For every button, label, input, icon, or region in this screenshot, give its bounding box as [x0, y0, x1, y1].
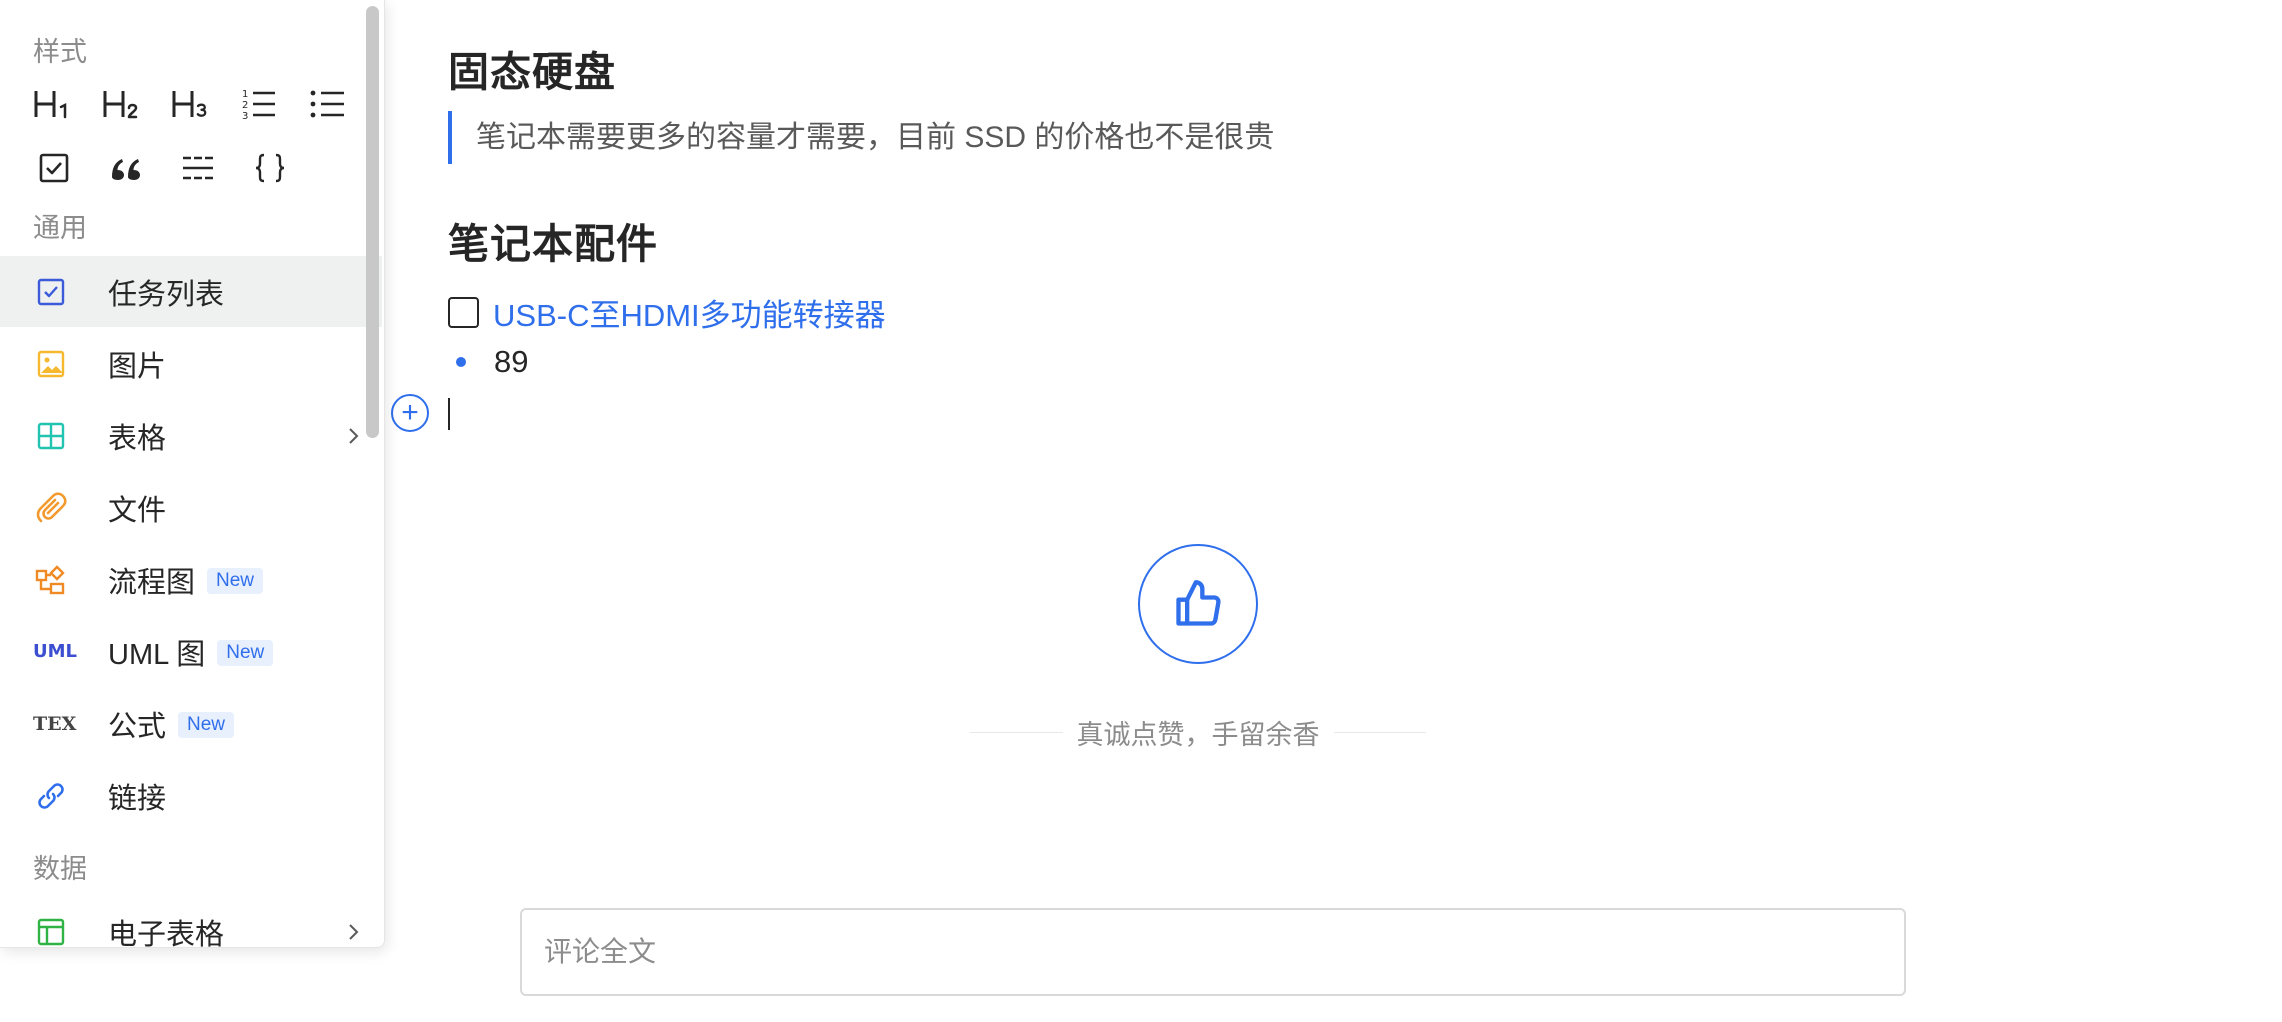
- image-icon: [33, 346, 69, 382]
- svg-text:2: 2: [242, 100, 248, 111]
- divider: [970, 731, 1063, 733]
- svg-text:1: 1: [242, 89, 248, 100]
- insert-block-menu: 样式 1 2 3 通用 任务列表 图片 表格 文件 流程图 New UML UM…: [0, 0, 385, 948]
- menu-item-spreadsheet[interactable]: 电子表格: [0, 896, 382, 948]
- menu-item-flowchart[interactable]: 流程图 New: [0, 544, 382, 615]
- heading-1-icon: [34, 91, 67, 119]
- quote-icon: [112, 159, 140, 180]
- section-title-data: 数据: [33, 854, 87, 884]
- bullet-list-button[interactable]: [293, 75, 362, 133]
- plus-icon: +: [401, 396, 419, 429]
- menu-item-label: 电子表格: [108, 918, 225, 948]
- list-item: 89: [448, 342, 528, 382]
- menu-scrollbar[interactable]: [366, 6, 379, 438]
- menu-item-uml[interactable]: UML UML 图 New: [0, 616, 382, 687]
- heading-2-icon: [103, 91, 138, 119]
- like-caption-text: 真诚点赞，手留余香: [1076, 719, 1320, 750]
- menu-item-label-text: UML 图: [108, 638, 206, 671]
- menu-item-label: 文件: [108, 494, 167, 527]
- new-badge: New: [178, 711, 235, 738]
- style-toolbar-row-1: 1 2 3: [18, 75, 362, 133]
- like-button[interactable]: [1138, 544, 1258, 664]
- menu-item-link[interactable]: 链接: [0, 760, 382, 831]
- menu-item-image[interactable]: 图片: [0, 328, 382, 399]
- bullet-list-icon: [310, 90, 344, 118]
- section-title-styles: 样式: [33, 37, 87, 67]
- section-title-common: 通用: [33, 213, 87, 243]
- new-badge: New: [207, 567, 264, 594]
- task-item-link[interactable]: USB-C至HDMI多功能转接器: [493, 290, 886, 335]
- style-toolbar-row-2: [18, 139, 362, 197]
- ordered-list-button[interactable]: 1 2 3: [224, 75, 293, 133]
- heading-3-icon: [172, 91, 207, 117]
- table-icon: [33, 418, 69, 454]
- new-badge: New: [217, 639, 274, 666]
- checkbox-button[interactable]: [18, 139, 90, 197]
- menu-item-label: 链接: [108, 782, 167, 815]
- menu-item-label: 任务列表: [108, 278, 225, 311]
- blockquote[interactable]: 笔记本需要更多的容量才需要，目前 SSD 的价格也不是很贵: [448, 111, 1274, 164]
- task-list-icon: [33, 274, 69, 310]
- uml-icon: UML: [33, 634, 81, 670]
- checkbox-icon: [39, 153, 69, 183]
- thumbs-up-icon: [1176, 580, 1221, 626]
- divider: [1333, 731, 1426, 733]
- divider-icon: [183, 156, 213, 180]
- tex-icon-text: TEX: [33, 712, 77, 735]
- comment-input[interactable]: [520, 908, 1906, 996]
- chevron-right-icon: [349, 923, 359, 940]
- heading-3-button[interactable]: [156, 75, 225, 133]
- ordered-list-icon: 1 2 3: [242, 89, 275, 121]
- add-block-button[interactable]: +: [391, 394, 429, 432]
- heading-solid-state-drive[interactable]: 固态硬盘: [448, 38, 616, 98]
- svg-text:3: 3: [242, 111, 248, 121]
- flowchart-icon: [33, 562, 69, 598]
- menu-item-label: 表格: [108, 422, 167, 455]
- list-item-text[interactable]: 89: [494, 344, 528, 380]
- menu-item-task-list[interactable]: 任务列表: [0, 256, 382, 327]
- heading-laptop-accessories[interactable]: 笔记本配件: [448, 210, 658, 270]
- spreadsheet-icon: [33, 914, 69, 948]
- text-cursor: [448, 398, 450, 430]
- menu-item-formula[interactable]: TEX 公式 New: [0, 688, 382, 759]
- menu-item-label: 图片: [108, 350, 167, 383]
- like-caption: 真诚点赞，手留余香: [970, 712, 1426, 752]
- tex-icon: TEX: [33, 706, 81, 742]
- menu-item-label: 公式 New: [108, 703, 235, 745]
- menu-item-table[interactable]: 表格: [0, 400, 382, 471]
- quote-button[interactable]: [90, 139, 162, 197]
- heading-2-button[interactable]: [87, 75, 156, 133]
- paperclip-icon: [33, 490, 69, 526]
- code-block-button[interactable]: [234, 139, 306, 197]
- menu-item-file[interactable]: 文件: [0, 472, 382, 543]
- menu-item-label-text: 公式: [108, 710, 167, 743]
- menu-item-label: UML 图 New: [108, 631, 274, 673]
- task-checkbox[interactable]: [448, 296, 479, 328]
- menu-item-label-text: 流程图: [108, 566, 196, 599]
- task-item: USB-C至HDMI多功能转接器: [448, 290, 886, 335]
- uml-icon-text: UML: [33, 641, 77, 662]
- chevron-right-icon: [349, 427, 359, 444]
- divider-button[interactable]: [162, 139, 234, 197]
- bullet-dot-icon: [456, 357, 466, 367]
- link-icon: [33, 778, 69, 814]
- heading-1-button[interactable]: [18, 75, 87, 133]
- code-block-icon: [255, 153, 285, 183]
- menu-item-label: 流程图 New: [108, 559, 264, 601]
